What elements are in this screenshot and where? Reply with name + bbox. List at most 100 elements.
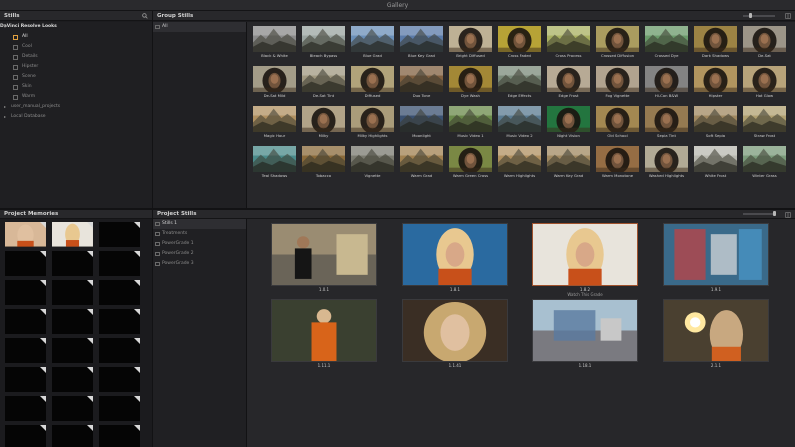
look-thumbnail[interactable] [596,106,639,132]
look-thumbnail[interactable] [743,66,786,92]
look-thumbnail[interactable] [302,146,345,172]
look-thumbnail[interactable] [449,26,492,52]
look-thumbnail[interactable] [498,106,541,132]
still-thumbnail[interactable] [663,299,769,362]
memory-slot[interactable] [99,222,140,247]
look-thumbnail[interactable] [302,106,345,132]
look-thumbnail[interactable] [253,26,296,52]
stills-zoom-slider[interactable] [743,213,775,215]
look-thumbnail[interactable] [400,66,443,92]
memory-slot[interactable] [52,338,93,363]
stills-columns-icon[interactable] [785,210,791,219]
memory-slot[interactable] [5,338,46,363]
tree-item[interactable]: Scene [0,72,152,82]
tree-item[interactable]: ▸ user_manual_projects [0,102,152,112]
look-thumbnail[interactable] [694,66,737,92]
look-thumbnail[interactable] [645,146,688,172]
look-thumbnail[interactable] [645,106,688,132]
look-thumbnail[interactable] [547,26,590,52]
memory-slot[interactable] [99,280,140,305]
look-thumbnail[interactable] [694,26,737,52]
look-thumbnail[interactable] [694,106,737,132]
memory-slot[interactable] [52,309,93,334]
look-thumbnail[interactable] [547,106,590,132]
memory-slot[interactable] [99,251,140,276]
look-thumbnail[interactable] [302,66,345,92]
memory-slot[interactable] [52,251,93,276]
look-thumbnail[interactable] [449,146,492,172]
still-thumbnail[interactable] [271,299,377,362]
memory-slot[interactable] [5,251,46,276]
memory-slot[interactable] [52,222,93,247]
look-thumbnail[interactable] [449,66,492,92]
look-thumbnail[interactable] [400,146,443,172]
memory-slot[interactable] [5,425,46,447]
album-item[interactable]: All [153,22,246,32]
look-thumbnail[interactable] [498,146,541,172]
look-thumbnail[interactable] [743,26,786,52]
look-thumbnail[interactable] [351,146,394,172]
tree-item[interactable]: Cool [0,42,152,52]
memory-slot[interactable] [5,280,46,305]
look-thumbnail[interactable] [596,146,639,172]
look-thumbnail[interactable] [498,26,541,52]
look-thumbnail[interactable] [253,106,296,132]
zoom-slider-icon[interactable] [743,15,775,17]
tree-item[interactable]: Details [0,52,152,62]
still-thumbnail[interactable] [402,223,508,286]
memory-slot[interactable] [52,425,93,447]
tree-item[interactable]: Hipster [0,62,152,72]
tree-item[interactable]: All [0,32,152,42]
look-thumbnail[interactable] [253,66,296,92]
chevron-right-icon[interactable]: ▸ [4,102,6,112]
memory-slot[interactable] [99,309,140,334]
look-thumbnail[interactable] [547,146,590,172]
memory-slot[interactable] [5,367,46,392]
still-thumbnail[interactable] [402,299,508,362]
look-thumbnail[interactable] [253,146,296,172]
columns-icon[interactable] [785,11,791,21]
album-item[interactable]: PowerGrade 1 [153,239,246,249]
look-thumbnail[interactable] [645,26,688,52]
look-thumbnail[interactable] [743,106,786,132]
look-thumbnail[interactable] [302,26,345,52]
look-thumbnail[interactable] [743,146,786,172]
zoom-slider-knob[interactable] [749,13,752,18]
stills-zoom-knob[interactable] [773,211,776,216]
album-item[interactable]: PowerGrade 2 [153,249,246,259]
memory-slot[interactable] [5,396,46,421]
memory-slot[interactable] [99,425,140,447]
still-thumbnail[interactable] [271,223,377,286]
look-thumbnail[interactable] [351,106,394,132]
memory-slot[interactable] [52,367,93,392]
tree-item[interactable]: ▾ DaVinci Resolve Looks [0,22,152,32]
look-thumbnail[interactable] [351,66,394,92]
tree-item[interactable]: Skin [0,82,152,92]
memory-slot[interactable] [52,280,93,305]
look-thumbnail[interactable] [596,66,639,92]
look-thumbnail[interactable] [400,106,443,132]
memory-slot[interactable] [5,309,46,334]
album-item[interactable]: PowerGrade 3 [153,259,246,269]
look-thumbnail[interactable] [547,66,590,92]
chevron-down-icon[interactable]: ▾ [4,22,6,32]
tree-item[interactable]: ▸ Local Database [0,112,152,122]
still-thumbnail[interactable] [532,299,638,362]
look-thumbnail[interactable] [498,66,541,92]
look-thumbnail[interactable] [645,66,688,92]
album-item[interactable]: Treatments [153,229,246,239]
memory-slot[interactable] [99,338,140,363]
album-item[interactable]: Stills 1 [153,219,246,229]
memory-slot[interactable] [99,396,140,421]
look-thumbnail[interactable] [596,26,639,52]
look-thumbnail[interactable] [694,146,737,172]
look-thumbnail[interactable] [449,106,492,132]
look-thumbnail[interactable] [400,26,443,52]
still-thumbnail[interactable] [663,223,769,286]
memory-slot[interactable] [5,222,46,247]
search-icon[interactable] [142,11,148,21]
still-thumbnail[interactable] [532,223,638,286]
look-thumbnail[interactable] [351,26,394,52]
memory-slot[interactable] [99,367,140,392]
tree-item[interactable]: Warm [0,92,152,102]
